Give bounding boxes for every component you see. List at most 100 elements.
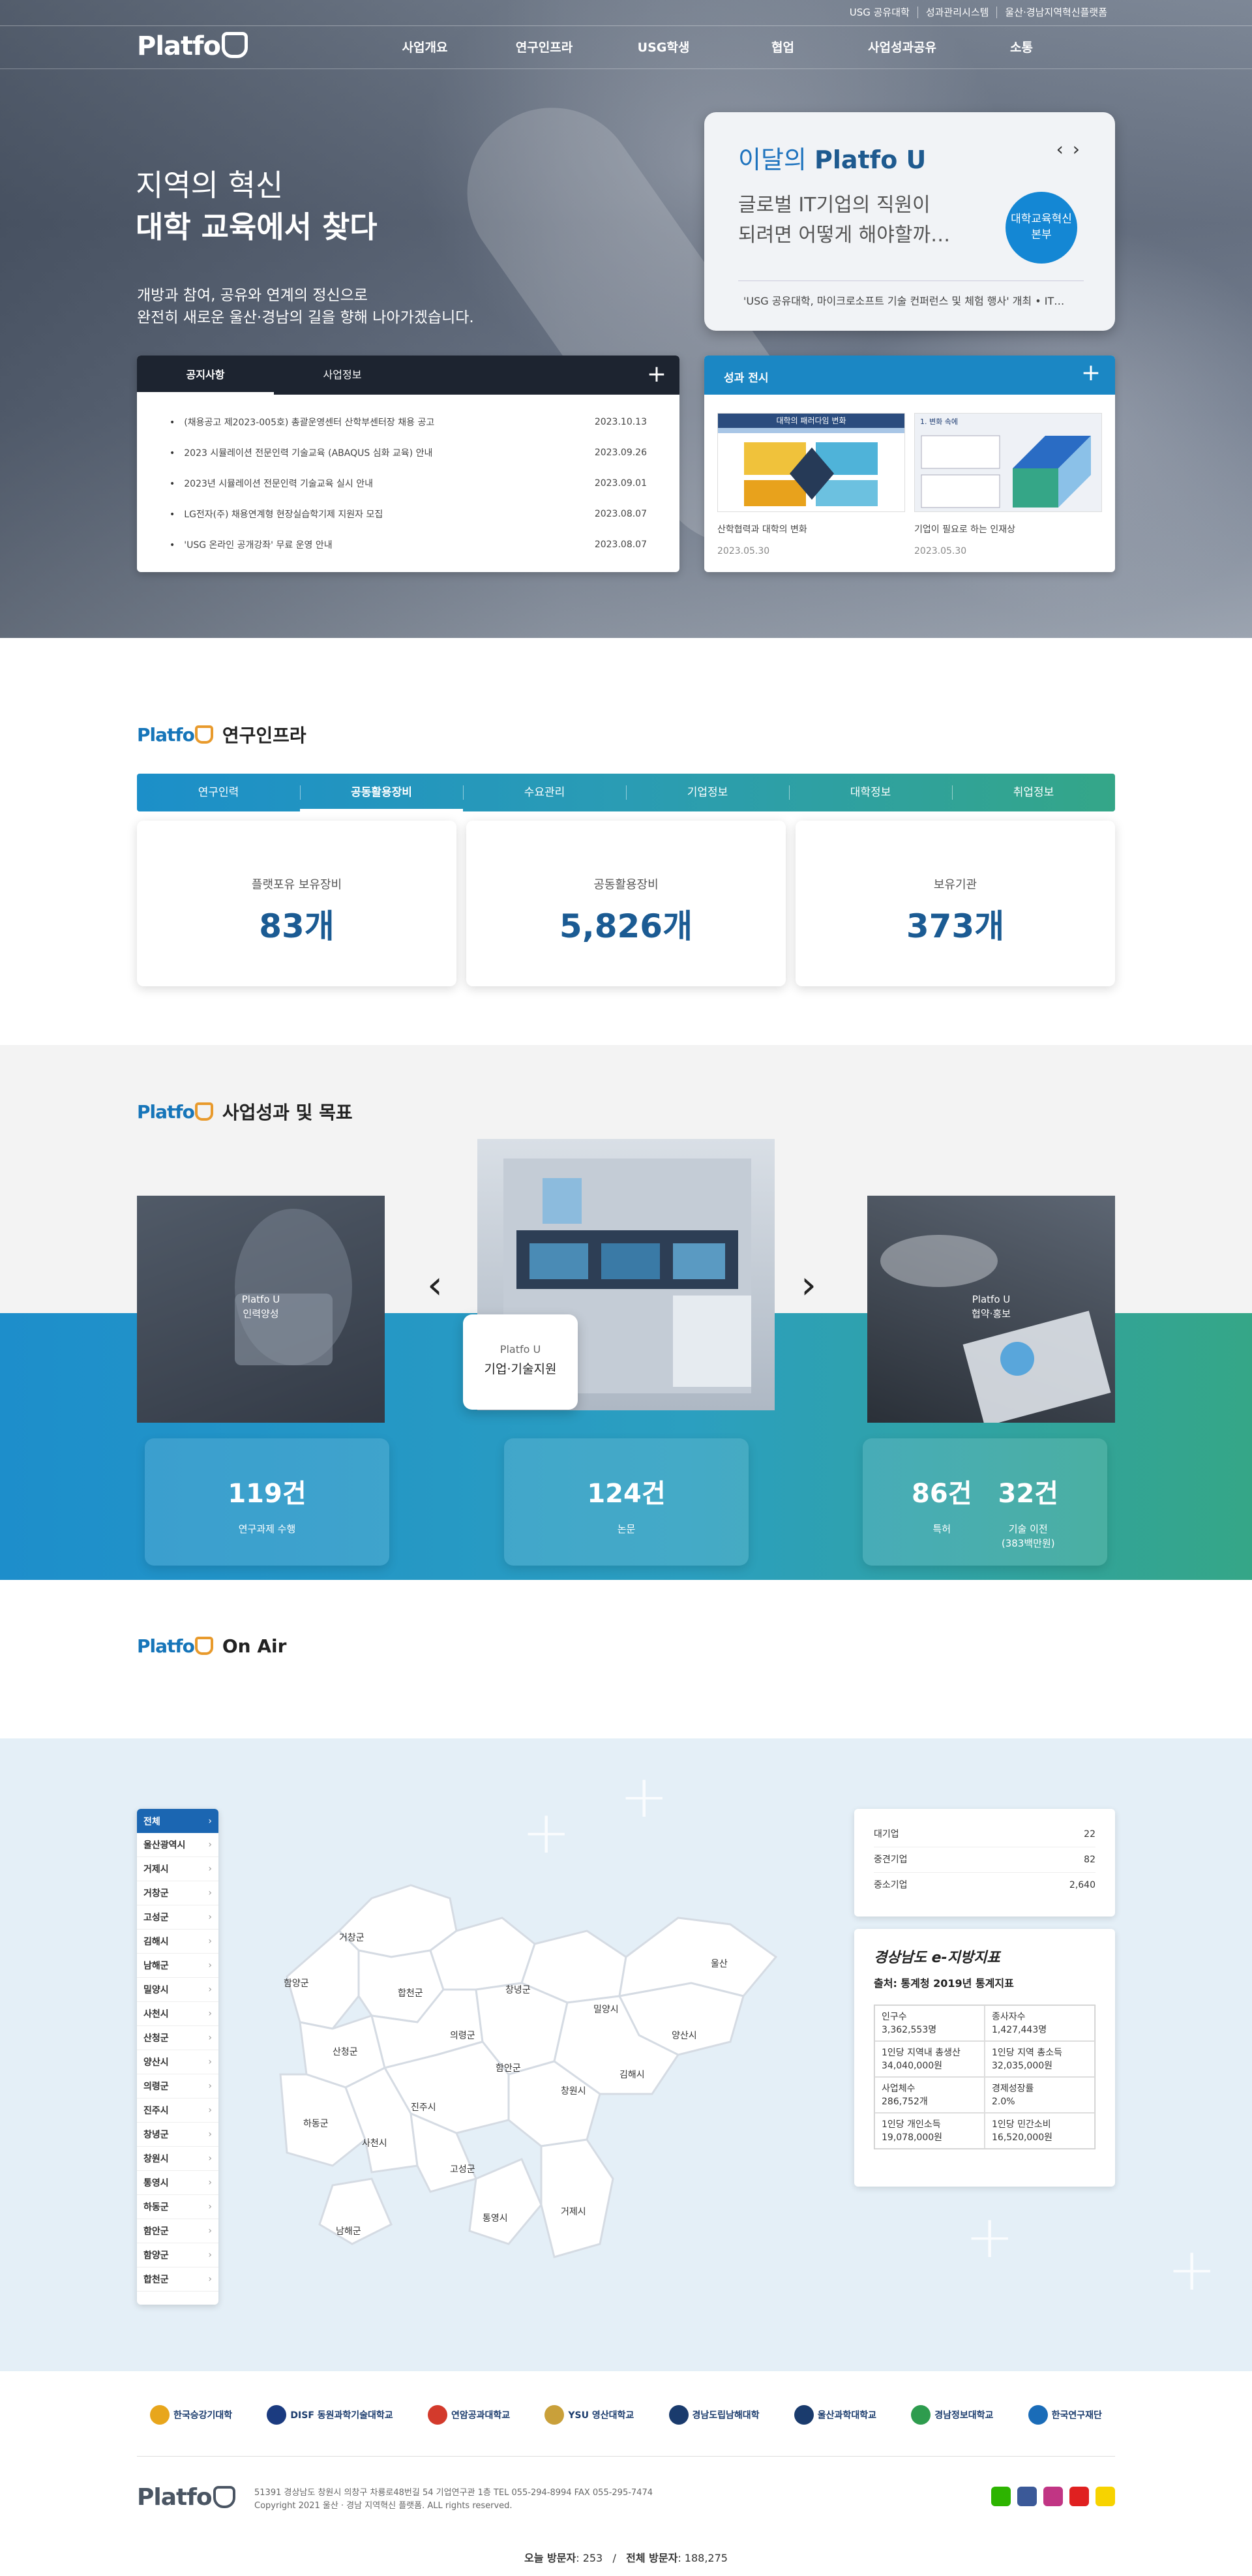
region-item[interactable]: 산청군 ›	[137, 2026, 218, 2050]
divider	[137, 2456, 1115, 2457]
monthly-platfo-card[interactable]: 이달의 Platfo U ‹› 글로벌 IT기업의 직원이 되려면 어떻게 해야…	[704, 112, 1115, 331]
site-logo[interactable]: Platfo	[137, 31, 248, 61]
map-label: 고성군	[450, 2164, 475, 2175]
top-link-usg[interactable]: USG 공유대학	[842, 7, 917, 18]
region-item[interactable]: 김해시 ›	[137, 1930, 218, 1954]
plus-icon[interactable]: +	[1081, 361, 1101, 385]
top-bar: USG 공유대학 성과관리시스템 울산·경남지역혁신플랫폼	[0, 0, 1252, 26]
list-item[interactable]: LG전자(주) 채용연계형 현장실습학기제 지원자 모집2023.08.07	[170, 498, 647, 529]
map-label: 창녕군	[505, 1985, 531, 1995]
list-item[interactable]: 2023년 시뮬레이션 전문인력 기술교육 실시 안내2023.09.01	[170, 468, 647, 498]
chevron-right-icon[interactable]: ›	[801, 1265, 816, 1305]
tab-business-info[interactable]: 사업정보	[274, 356, 411, 395]
result-title[interactable]: 산학협력과 대학의 변화	[717, 523, 807, 536]
region-item[interactable]: 함안군 ›	[137, 2219, 218, 2243]
region-item[interactable]: 하동군 ›	[137, 2195, 218, 2219]
region-item[interactable]: 통영시 ›	[137, 2171, 218, 2195]
map-label: 함안군	[496, 2063, 521, 2074]
e-index-title: 경상남도 e-지방지표	[874, 1950, 1000, 1966]
instagram-icon[interactable]	[1043, 2487, 1063, 2506]
visitor-counter: 오늘 방문자: 253 / 전체 방문자: 188,275	[524, 2552, 728, 2564]
menu-item-overview[interactable]: 사업개요	[365, 38, 484, 55]
tab-notice[interactable]: 공지사항	[137, 356, 274, 395]
region-item[interactable]: 울산광역시 ›	[137, 1833, 218, 1857]
business-card-agreement[interactable]: Platfo U 협약·홍보	[867, 1196, 1115, 1423]
list-item[interactable]: 'USG 온라인 공개강좌' 무료 운영 안내2023.08.07	[170, 529, 647, 560]
region-item[interactable]: 고성군 ›	[137, 1905, 218, 1930]
tab-demand[interactable]: 수요관리	[463, 774, 626, 811]
tab-research-staff[interactable]: 연구인력	[137, 774, 300, 811]
chevron-left-icon[interactable]: ‹	[427, 1265, 443, 1305]
chevron-left-icon[interactable]: ‹	[1056, 138, 1073, 160]
section-title-onair: Platfo On Air	[137, 1635, 287, 1657]
e-index-grid: 인구수 3,362,553명 종사자수 1,427,443명 1인당 지역내 총생산…	[874, 2005, 1096, 2149]
kpi-card: 119건 연구과제 수행	[145, 1438, 389, 1566]
result-thumbnail[interactable]: 1. 변화 속에	[914, 413, 1102, 512]
tab-company-info[interactable]: 기업정보	[626, 774, 789, 811]
partner-logo[interactable]: 한국연구재단	[1028, 2405, 1102, 2425]
map-label: 통영시	[483, 2213, 508, 2224]
result-title[interactable]: 기업이 필요로 하는 인재상	[914, 523, 1015, 536]
menu-item-usg-student[interactable]: USG학생	[604, 38, 723, 55]
partner-logo[interactable]: YSU 영산대학교	[544, 2405, 634, 2425]
menu-item-communication[interactable]: 소통	[962, 38, 1081, 55]
kakao-icon[interactable]	[1096, 2487, 1115, 2506]
hero-section: USG 공유대학 성과관리시스템 울산·경남지역혁신플랫폼 Platfo 사업개…	[0, 0, 1252, 638]
region-item[interactable]: 함양군 ›	[137, 2243, 218, 2267]
region-item[interactable]: 창녕군 ›	[137, 2123, 218, 2147]
menu-item-infra[interactable]: 연구인프라	[484, 38, 604, 55]
plus-icon[interactable]: +	[647, 363, 666, 386]
top-link-platform[interactable]: 울산·경남지역혁신플랫폼	[996, 7, 1115, 18]
partner-logo[interactable]: 경남정보대학교	[911, 2405, 993, 2425]
notice-list: (채용공고 제2023-005호) 총괄운영센터 산학부센터장 채용 공고202…	[137, 395, 679, 560]
business-card-training[interactable]: Platfo U 인력양성	[137, 1196, 385, 1423]
region-item[interactable]: 거제시 ›	[137, 1857, 218, 1881]
region-item[interactable]: 합천군 ›	[137, 2267, 218, 2292]
partner-logo[interactable]: 경남도립남해대학	[668, 2405, 760, 2425]
partner-logo[interactable]: 연암공과대학교	[427, 2405, 510, 2425]
youtube-icon[interactable]	[1069, 2487, 1089, 2506]
result-thumbnail[interactable]: 대학의 패러다임 변화	[717, 413, 905, 512]
region-item[interactable]: 거창군 ›	[137, 1881, 218, 1905]
menu-item-cooperation[interactable]: 협업	[723, 38, 842, 55]
menu-item-results[interactable]: 사업성과공유	[842, 38, 962, 55]
logo-text: Platfo	[137, 31, 221, 61]
region-item[interactable]: 창원시 ›	[137, 2147, 218, 2171]
map-label: 진주시	[411, 2102, 436, 2113]
partner-logo[interactable]: 한국승강기대학	[150, 2405, 232, 2425]
line-icon[interactable]	[991, 2487, 1011, 2506]
stat-card: 공동활용장비 5,826개	[466, 821, 786, 986]
tab-university-info[interactable]: 대학정보	[789, 774, 952, 811]
tab-job-info[interactable]: 취업정보	[952, 774, 1115, 811]
region-item[interactable]: 밀양시 ›	[137, 1978, 218, 2002]
list-item[interactable]: 2023 시뮬레이션 전문인력 기술교육 (ABAQUS 심화 교육) 안내20…	[170, 437, 647, 468]
map-label: 하동군	[303, 2119, 329, 2129]
hero-title-line2: 대학 교육에서 찾다	[136, 209, 378, 245]
region-item[interactable]: 양산시 ›	[137, 2050, 218, 2074]
deco-plus: +	[965, 2203, 1015, 2271]
facebook-icon[interactable]	[1017, 2487, 1037, 2506]
region-item[interactable]: 진주시 ›	[137, 2099, 218, 2123]
gyeongnam-map[interactable]: 거창군 함양군 합천군 창녕군 밀양시 울산 산청군 의령군 양산시 함안군 김…	[261, 1879, 789, 2283]
monthly-caption: 'USG 공유대학, 마이크로소프트 기술 컨퍼런스 및 체험 행사' 개최 •…	[743, 295, 1065, 307]
top-link-performance[interactable]: 성과관리시스템	[917, 7, 997, 18]
active-card-label: Platfo U 기업·기술지원	[463, 1314, 578, 1410]
region-item[interactable]: 남해군 ›	[137, 1954, 218, 1978]
result-date: 2023.05.30	[914, 546, 967, 556]
hero-title: 지역의 혁신 대학 교육에서 찾다	[136, 164, 378, 248]
map-label: 함양군	[284, 1978, 309, 1989]
global-nav: Platfo 사업개요 연구인프라 USG학생 협업 사업성과공유 소통	[0, 26, 1252, 69]
partner-logo[interactable]: 울산과학대학교	[794, 2405, 876, 2425]
deco-plus: +	[1167, 2235, 1217, 2304]
chevron-right-icon[interactable]: ›	[1073, 138, 1089, 160]
tab-shared-equipment[interactable]: 공동활용장비	[300, 774, 463, 811]
monthly-question: 글로벌 IT기업의 직원이 되려면 어떻게 해야할까…	[738, 194, 951, 247]
region-item[interactable]: 전체 ›	[137, 1809, 218, 1833]
company-row: 대기업 22	[874, 1822, 1096, 1847]
list-item[interactable]: (채용공고 제2023-005호) 총괄운영센터 산학부센터장 채용 공고202…	[170, 406, 647, 437]
region-item[interactable]: 사천시 ›	[137, 2002, 218, 2026]
footer-info: 51391 경상남도 창원시 의창구 차룡로48번길 54 기업연구관 1층 T…	[254, 2488, 653, 2511]
partner-logo[interactable]: DISF 동원과학기술대학교	[267, 2405, 393, 2425]
region-item[interactable]: 의령군 ›	[137, 2074, 218, 2099]
map-label: 사천시	[362, 2138, 387, 2149]
